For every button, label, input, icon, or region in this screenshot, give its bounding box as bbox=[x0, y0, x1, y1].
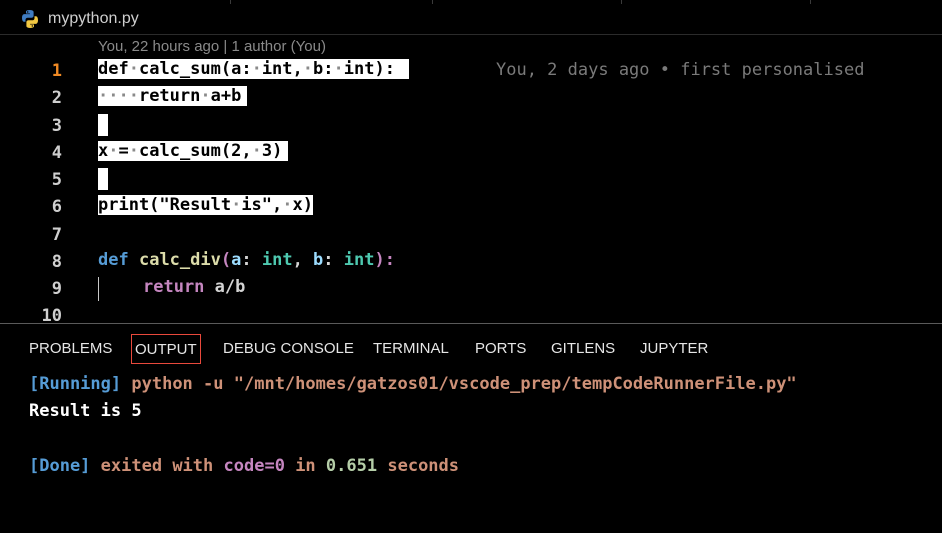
parameter: a bbox=[231, 250, 242, 270]
tab-problems[interactable]: PROBLEMS bbox=[29, 334, 112, 364]
code-token: int, bbox=[261, 59, 303, 79]
output-text: seconds bbox=[387, 456, 460, 476]
exit-code: code=0 bbox=[223, 456, 285, 476]
tab-bar-border bbox=[0, 34, 942, 35]
line-number: 7 bbox=[51, 225, 62, 245]
code-token: 3) bbox=[261, 141, 283, 161]
code-token: , bbox=[292, 250, 314, 270]
tab-jupyter[interactable]: JUPYTER bbox=[640, 334, 708, 364]
line-number: 3 bbox=[51, 116, 62, 136]
code-token: x) bbox=[292, 195, 313, 215]
code-line-4[interactable]: x·=·calc_sum(2,·3) bbox=[98, 141, 289, 161]
tab-gitlens[interactable]: GITLENS bbox=[551, 334, 615, 364]
tab-separator bbox=[810, 0, 811, 4]
code-line-5[interactable] bbox=[98, 168, 108, 190]
parameter: b bbox=[313, 250, 324, 270]
indent-guide bbox=[98, 277, 99, 301]
function-name: calc_div bbox=[138, 250, 221, 270]
tab-debug-console[interactable]: DEBUG CONSOLE bbox=[223, 334, 354, 364]
tab-ports[interactable]: PORTS bbox=[475, 334, 526, 364]
python-icon bbox=[22, 10, 38, 28]
type-name: int bbox=[261, 250, 293, 270]
code-token: a/b bbox=[214, 277, 246, 297]
output-result-line: Result is 5 bbox=[29, 401, 142, 421]
output-text: exited with bbox=[100, 456, 214, 476]
code-line-6[interactable]: print("Result·is",·x) bbox=[98, 195, 313, 215]
line-number: 2 bbox=[51, 88, 62, 108]
type-name: int bbox=[343, 250, 375, 270]
tab-terminal[interactable]: TERMINAL bbox=[373, 334, 449, 364]
code-token: print("Result bbox=[98, 195, 232, 215]
tab-separator bbox=[432, 0, 433, 4]
code-token: calc_sum(2, bbox=[139, 141, 252, 161]
code-token: b: bbox=[313, 59, 334, 79]
keyword: return bbox=[138, 86, 201, 106]
elapsed-time: 0.651 bbox=[325, 456, 378, 476]
code-line-1[interactable]: def·calc_sum(a:·int,·b:·int): bbox=[98, 59, 409, 79]
running-tag: [Running] bbox=[29, 374, 122, 394]
tab-separator bbox=[230, 0, 231, 4]
line-number: 9 bbox=[51, 279, 62, 299]
output-running-line: [Running] python -u "/mnt/homes/gatzos01… bbox=[29, 374, 797, 394]
code-token: calc_sum(a: bbox=[138, 59, 252, 79]
tab-output[interactable]: OUTPUT bbox=[131, 334, 201, 364]
code-token: x bbox=[98, 141, 109, 161]
file-path: "/mnt/homes/gatzos01/vscode_prep/tempCod… bbox=[233, 374, 797, 394]
code-token: int): bbox=[343, 59, 395, 79]
code-token: a+b bbox=[210, 86, 242, 106]
code-token: is", bbox=[241, 195, 283, 215]
keyword: def bbox=[98, 59, 129, 79]
editor-tab-bar: mypython.py bbox=[0, 0, 942, 36]
code-token: = bbox=[118, 141, 129, 161]
done-tag: [Done] bbox=[29, 456, 91, 476]
keyword: return bbox=[143, 277, 205, 297]
code-token: : bbox=[241, 250, 262, 270]
output-text: in bbox=[295, 456, 316, 476]
code-line-8[interactable]: def calc_div(a: int, b: int): bbox=[98, 250, 395, 270]
codelens-blame[interactable]: You, 22 hours ago | 1 author (You) bbox=[98, 38, 326, 55]
paren: ): bbox=[374, 250, 395, 270]
line-number: 1 bbox=[51, 61, 62, 81]
code-token: : bbox=[323, 250, 344, 270]
line-number: 8 bbox=[51, 252, 62, 272]
paren: ( bbox=[220, 250, 232, 270]
code-editor[interactable]: You, 22 hours ago | 1 author (You) 1 2 3… bbox=[0, 36, 942, 323]
bottom-panel: PROBLEMS OUTPUT DEBUG CONSOLE TERMINAL P… bbox=[0, 323, 942, 533]
inline-blame[interactable]: You, 2 days ago • first personalised bbox=[496, 60, 864, 80]
code-line-2[interactable]: ····return·a+b bbox=[98, 86, 248, 106]
line-number: 4 bbox=[51, 143, 62, 163]
keyword: def bbox=[98, 250, 129, 270]
line-number: 6 bbox=[51, 197, 62, 217]
output-done-line: [Done] exited with code=0 in 0.651 secon… bbox=[29, 456, 459, 476]
tab-filename: mypython.py bbox=[48, 10, 139, 27]
code-line-3[interactable] bbox=[98, 114, 108, 136]
command: python -u bbox=[131, 374, 224, 394]
code-line-9[interactable]: return a/b bbox=[143, 277, 245, 297]
line-number: 10 bbox=[41, 306, 62, 323]
line-number: 5 bbox=[51, 170, 62, 190]
tab-separator bbox=[621, 0, 622, 4]
file-tab[interactable]: mypython.py bbox=[20, 8, 139, 30]
